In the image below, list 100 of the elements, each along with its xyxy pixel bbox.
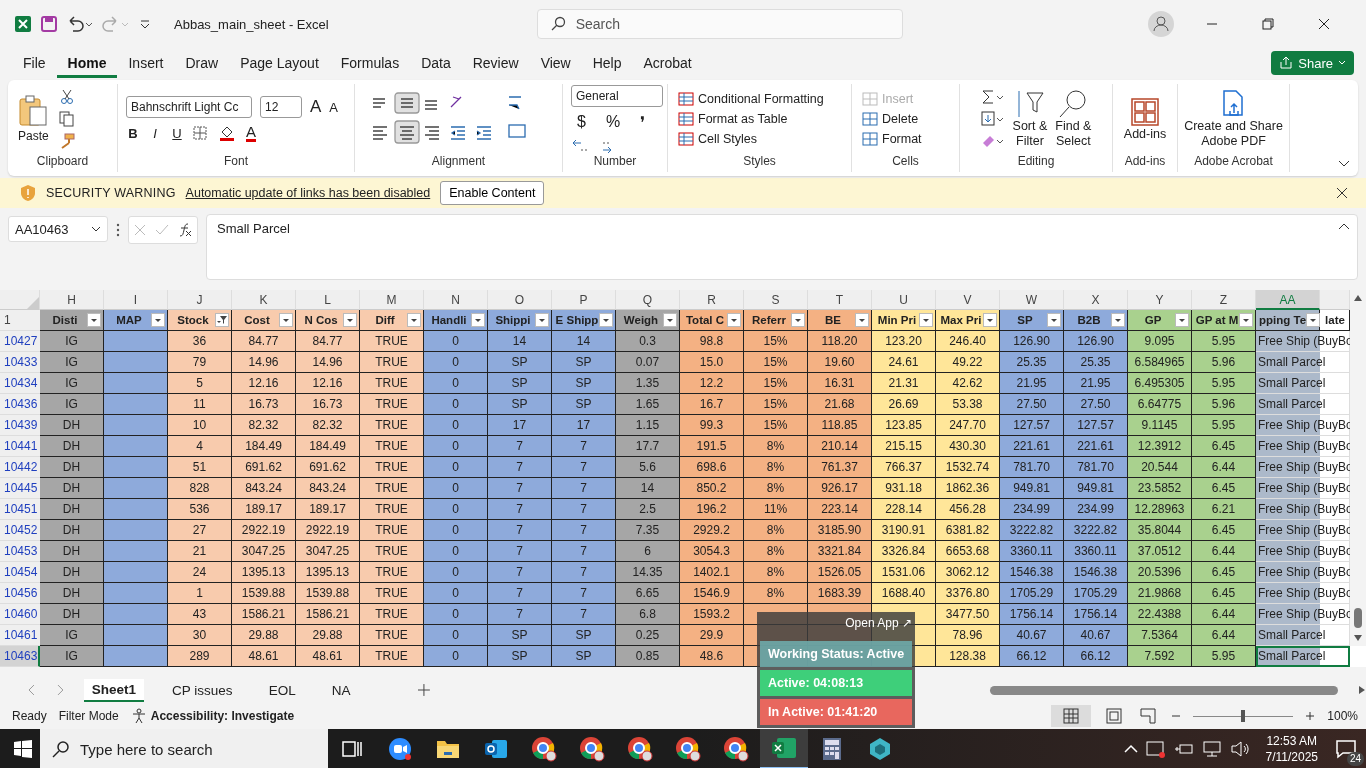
- clock-date[interactable]: 7/11/2025: [1265, 749, 1318, 765]
- browser-icon[interactable]: [579, 736, 605, 762]
- currency-button[interactable]: $: [571, 113, 592, 131]
- column-header[interactable]: X: [1064, 290, 1128, 310]
- zoom-slider-thumb[interactable]: [1241, 709, 1246, 722]
- italic-button[interactable]: I: [148, 125, 162, 141]
- column-header[interactable]: S: [744, 290, 808, 310]
- sheet-tab[interactable]: NA: [323, 679, 359, 701]
- ribbon-tab[interactable]: Insert: [117, 48, 175, 78]
- accessibility-status[interactable]: Accessibility: Investigate: [150, 709, 295, 723]
- save-icon[interactable]: [40, 15, 58, 33]
- normal-view-icon[interactable]: [1051, 705, 1092, 727]
- ribbon-tab[interactable]: Review: [461, 48, 530, 78]
- row-number[interactable]: 10445: [0, 478, 40, 499]
- filter-dropdown-icon[interactable]: [407, 313, 421, 327]
- row-number[interactable]: 10427: [0, 331, 40, 352]
- network-icon[interactable]: [1201, 741, 1222, 757]
- close-icon[interactable]: [1336, 187, 1348, 199]
- sheet-tab[interactable]: Sheet1: [83, 678, 145, 702]
- column-header[interactable]: M: [360, 290, 424, 310]
- filter-dropdown-icon[interactable]: [1306, 313, 1321, 327]
- filter-dropdown-icon[interactable]: [855, 313, 869, 327]
- column-header[interactable]: Y: [1128, 290, 1192, 310]
- column-header[interactable]: H: [40, 290, 104, 310]
- accessibility-icon[interactable]: [130, 708, 147, 724]
- grow-font-button[interactable]: A: [310, 97, 322, 117]
- styles-menu-button[interactable]: Format as Table: [678, 112, 788, 126]
- column-header[interactable]: W: [1000, 290, 1064, 310]
- percent-button[interactable]: %: [599, 113, 627, 131]
- sheet-tab[interactable]: CP issues: [164, 679, 241, 701]
- function-icon[interactable]: [177, 222, 193, 238]
- browser-icon[interactable]: [627, 736, 653, 762]
- scroll-down-icon[interactable]: [1353, 634, 1363, 642]
- column-header[interactable]: J: [168, 290, 232, 310]
- ribbon-tab[interactable]: Acrobat: [632, 48, 703, 78]
- column-header[interactable]: O: [488, 290, 552, 310]
- column-header[interactable]: K: [232, 290, 296, 310]
- collapse-icon[interactable]: [1338, 222, 1350, 230]
- filter-dropdown-icon[interactable]: [1047, 313, 1061, 327]
- number-format-dropdown[interactable]: General: [571, 84, 663, 107]
- formula-input[interactable]: Small Parcel: [206, 214, 1358, 280]
- column-header[interactable]: N: [424, 290, 488, 310]
- undo-icon[interactable]: [66, 15, 94, 33]
- filter-dropdown-icon[interactable]: [919, 313, 933, 327]
- column-header[interactable]: P: [552, 290, 616, 310]
- filter-dropdown-icon[interactable]: [663, 313, 677, 327]
- close-icon[interactable]: [1318, 18, 1330, 30]
- row-number[interactable]: 10442: [0, 457, 40, 478]
- column-header[interactable]: Z: [1192, 290, 1256, 310]
- ribbon-tab[interactable]: Data: [410, 48, 462, 78]
- row-number[interactable]: 10452: [0, 520, 40, 541]
- ribbon-tab[interactable]: Page Layout: [229, 48, 330, 78]
- add-sheet-icon[interactable]: [418, 684, 431, 696]
- scrollbar-thumb[interactable]: [1354, 608, 1362, 628]
- filter-dropdown-icon[interactable]: [1175, 313, 1189, 327]
- borders-icon[interactable]: [192, 125, 210, 141]
- column-header[interactable]: T: [808, 290, 872, 310]
- filter-dropdown-icon[interactable]: [471, 313, 485, 327]
- video-app-icon[interactable]: [388, 737, 412, 761]
- column-header[interactable]: AA: [1256, 290, 1320, 310]
- cells-menu-button[interactable]: Format: [862, 132, 922, 146]
- browser-icon[interactable]: [531, 736, 557, 762]
- comma-button[interactable]: ❜: [634, 112, 652, 132]
- column-header[interactable]: I: [104, 290, 168, 310]
- row-number[interactable]: 10434: [0, 373, 40, 394]
- task-view-icon[interactable]: [341, 739, 363, 759]
- browser-icon[interactable]: [723, 736, 749, 762]
- copy-icon[interactable]: [58, 111, 75, 127]
- add-ins-button[interactable]: Add-ins: [1123, 96, 1167, 142]
- row-number[interactable]: 10439: [0, 415, 40, 436]
- cut-icon[interactable]: [58, 89, 75, 105]
- row-number[interactable]: 10456: [0, 583, 40, 604]
- column-header[interactable]: V: [936, 290, 1000, 310]
- filter-dropdown-icon[interactable]: [727, 313, 741, 327]
- row-number[interactable]: 10451: [0, 499, 40, 520]
- filter-dropdown-icon[interactable]: [343, 313, 357, 327]
- row-number[interactable]: 10463: [0, 646, 40, 667]
- folder-icon[interactable]: [436, 738, 460, 760]
- enable-content-button[interactable]: Enable Content: [440, 181, 545, 205]
- avatar-icon[interactable]: [1148, 11, 1174, 37]
- styles-menu-button[interactable]: Cell Styles: [678, 132, 758, 146]
- zoom-level[interactable]: 100%: [1327, 709, 1358, 723]
- mail-app-icon[interactable]: [484, 737, 508, 761]
- warning-link[interactable]: Automatic update of links has been disabled: [185, 186, 431, 200]
- sum-icon[interactable]: [980, 89, 1005, 105]
- find-select-button[interactable]: Find & Select: [1055, 89, 1092, 149]
- row-number[interactable]: 10436: [0, 394, 40, 415]
- fill-icon[interactable]: [980, 111, 1005, 127]
- styles-menu-button[interactable]: Conditional Formatting: [678, 92, 824, 106]
- sort-filter-button[interactable]: Sort & Filter: [1012, 89, 1048, 149]
- hexagon-app-icon[interactable]: [868, 737, 892, 761]
- column-header[interactable]: R: [680, 290, 744, 310]
- font-color-button[interactable]: A: [246, 124, 256, 142]
- filter-dropdown-icon[interactable]: [535, 313, 549, 327]
- row-number[interactable]: 10461: [0, 625, 40, 646]
- ribbon-tab[interactable]: Draw: [174, 48, 230, 78]
- row-number[interactable]: 10460: [0, 604, 40, 625]
- cells-menu-button[interactable]: Delete: [862, 112, 919, 126]
- browser-icon[interactable]: [675, 736, 701, 762]
- row-number[interactable]: 10433: [0, 352, 40, 373]
